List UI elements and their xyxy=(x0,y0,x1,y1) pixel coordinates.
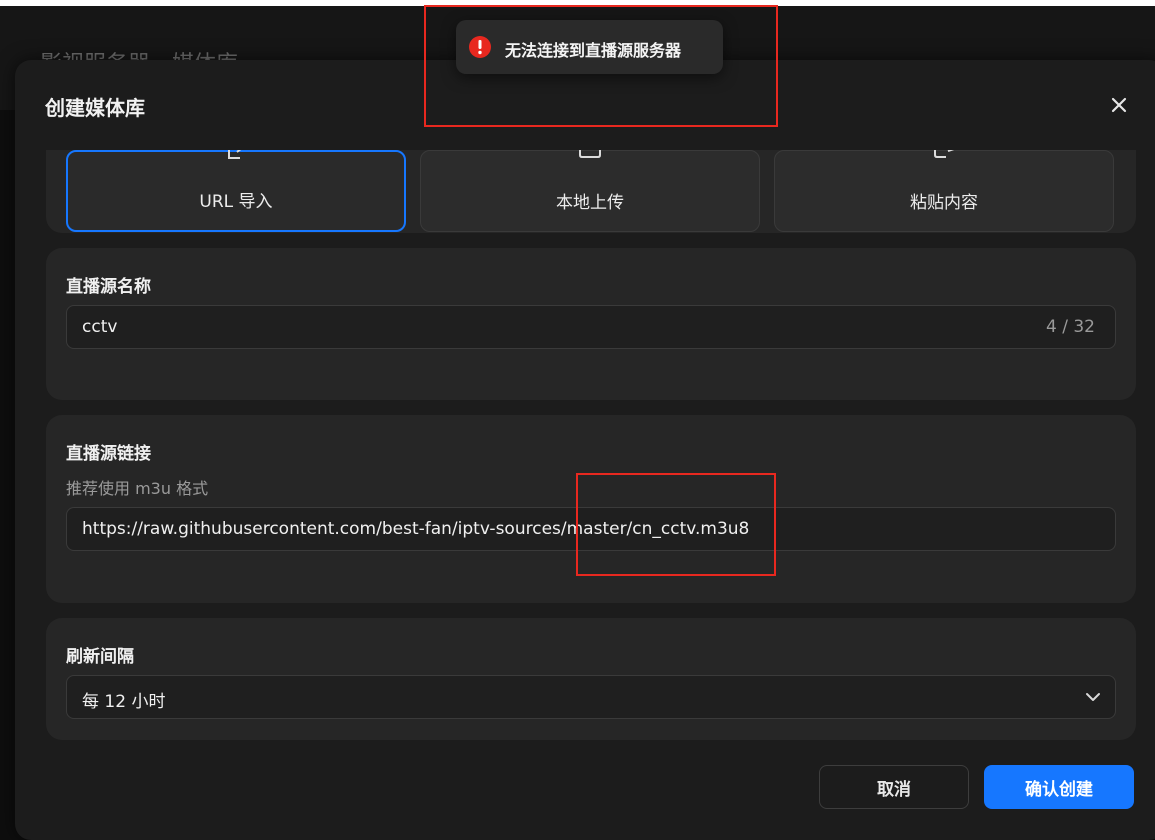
refresh-interval-label: 刷新间隔 xyxy=(66,647,134,667)
toast-message: 无法连接到直播源服务器 xyxy=(505,41,682,60)
tab-url-import-label: URL 导入 xyxy=(199,192,273,212)
error-toast: 无法连接到直播源服务器 xyxy=(456,20,723,74)
refresh-interval-value: 每 12 小时 xyxy=(82,692,166,712)
source-name-value: cctv xyxy=(82,317,118,337)
source-url-hint: 推荐使用 m3u 格式 xyxy=(66,479,209,498)
error-icon xyxy=(469,36,491,58)
paste-icon xyxy=(934,150,955,158)
tab-local-upload[interactable]: 本地上传 xyxy=(420,150,760,232)
tab-paste-content[interactable]: 粘贴内容 xyxy=(774,150,1114,232)
dialog-title: 创建媒体库 xyxy=(45,96,145,120)
source-name-card: 直播源名称 cctv 4 / 32 xyxy=(46,248,1136,400)
refresh-interval-select[interactable]: 每 12 小时 xyxy=(66,675,1116,719)
tab-url-import[interactable]: URL 导入 xyxy=(66,150,406,232)
source-name-label: 直播源名称 xyxy=(66,277,151,297)
refresh-interval-card: 刷新间隔 每 12 小时 xyxy=(46,618,1136,740)
import-method-card: URL 导入 本地上传 粘贴内容 xyxy=(46,150,1136,233)
source-name-input[interactable]: cctv 4 / 32 xyxy=(66,305,1116,349)
dialog-body[interactable]: URL 导入 本地上传 粘贴内容 直播源名称 cctv 4 / 32 直播源链接… xyxy=(15,150,1155,748)
tab-paste-content-label: 粘贴内容 xyxy=(910,193,978,213)
confirm-create-button[interactable]: 确认创建 xyxy=(984,765,1134,809)
close-button[interactable] xyxy=(1104,90,1134,120)
source-url-label: 直播源链接 xyxy=(66,444,151,464)
tab-local-upload-label: 本地上传 xyxy=(556,193,624,213)
url-import-icon xyxy=(228,150,242,159)
upload-icon xyxy=(579,150,601,158)
source-url-card: 直播源链接 推荐使用 m3u 格式 https://raw.githubuser… xyxy=(46,415,1136,603)
cancel-button[interactable]: 取消 xyxy=(819,765,969,809)
create-library-dialog: 创建媒体库 URL 导入 本地上传 粘贴内容 直播源名称 cctv 4 / 32… xyxy=(15,60,1155,840)
source-url-input[interactable]: https://raw.githubusercontent.com/best-f… xyxy=(66,507,1116,551)
char-counter: 4 / 32 xyxy=(1046,317,1095,337)
source-url-value: https://raw.githubusercontent.com/best-f… xyxy=(82,519,750,539)
chevron-down-icon xyxy=(1086,693,1100,701)
close-icon xyxy=(1111,97,1127,113)
